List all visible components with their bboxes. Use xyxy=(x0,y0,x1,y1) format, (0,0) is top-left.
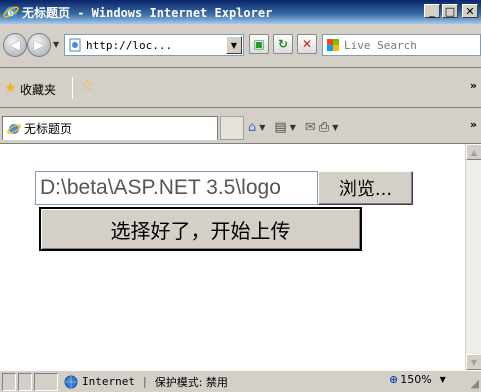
scroll-down-button[interactable]: ▼ xyxy=(466,354,481,370)
svg-text:e: e xyxy=(8,8,14,19)
tab-bar: 无标题页 ⌂ ▼ ▤ ▼ ✉ ⎙ ▼ » xyxy=(0,108,481,144)
close-button[interactable]: ✕ xyxy=(462,4,478,18)
tab-title: 无标题页 xyxy=(24,122,73,136)
feeds-dropdown-icon[interactable]: ▼ xyxy=(290,123,296,132)
add-favorites-icon[interactable]: ☆ xyxy=(81,78,94,94)
home-dropdown-icon[interactable]: ▼ xyxy=(259,123,265,132)
feeds-icon[interactable]: ▤ xyxy=(274,120,286,135)
forward-button[interactable]: ▶ xyxy=(27,33,51,57)
command-bar: ⌂ ▼ ▤ ▼ ✉ ⎙ ▼ xyxy=(248,120,344,135)
address-bar[interactable]: http://loc... ▼ xyxy=(64,34,244,56)
zoom-icon: ⊕ xyxy=(389,373,399,386)
page-icon xyxy=(7,123,21,134)
address-dropdown-button[interactable]: ▼ xyxy=(226,36,242,54)
zoom-control[interactable]: ⊕ 150% ▼ xyxy=(389,373,446,386)
page-icon xyxy=(69,38,81,52)
more-chevron-icon[interactable]: » xyxy=(470,79,477,92)
zone-separator: | xyxy=(142,375,147,388)
back-button[interactable]: ◀ xyxy=(3,33,27,57)
mail-icon[interactable]: ✉ xyxy=(305,120,316,135)
scroll-up-button[interactable]: ▲ xyxy=(466,144,481,160)
browse-button[interactable]: 浏览... xyxy=(318,171,413,205)
more-commands-chevron-icon[interactable]: » xyxy=(470,118,477,131)
tab-current[interactable]: 无标题页 xyxy=(2,116,218,140)
home-icon[interactable]: ⌂ xyxy=(248,120,256,135)
window-controls: _ □ ✕ xyxy=(424,4,478,18)
maximize-button[interactable]: □ xyxy=(442,4,458,18)
search-input[interactable]: Live Search xyxy=(322,34,481,56)
page-content: D:\beta\ASP.NET 3.5\logo 浏览... 选择好了，开始上传 xyxy=(0,144,465,370)
recent-pages-dropdown[interactable]: ▼ xyxy=(53,40,59,49)
favorites-button[interactable]: 收藏夹 xyxy=(20,81,56,98)
favorites-bar: ★ 收藏夹 ☆ » xyxy=(0,68,481,108)
status-cell xyxy=(2,372,16,391)
file-path-input[interactable]: D:\beta\ASP.NET 3.5\logo xyxy=(35,171,318,205)
navigation-toolbar: ◀ ▶ ▼ http://loc... ▼ ▣ ↻ ✕ Live Search xyxy=(0,24,481,68)
favorites-star-icon[interactable]: ★ xyxy=(4,80,17,96)
zone-name: Internet xyxy=(82,375,135,388)
address-text[interactable]: http://loc... xyxy=(86,39,172,52)
vertical-scrollbar[interactable]: ▲ ▼ xyxy=(465,144,481,370)
search-placeholder: Live Search xyxy=(344,38,417,52)
status-cell xyxy=(34,372,58,391)
zoom-dropdown-icon[interactable]: ▼ xyxy=(440,375,446,384)
print-dropdown-icon[interactable]: ▼ xyxy=(332,123,338,132)
live-search-icon xyxy=(327,39,339,51)
protected-mode-status: 保护模式: 禁用 xyxy=(154,375,228,389)
ie-logo-icon: e xyxy=(3,6,19,19)
globe-icon xyxy=(64,375,78,388)
stop-icon[interactable]: ✕ xyxy=(297,34,317,54)
title-bar: e 无标题页 - Windows Internet Explorer _ □ ✕ xyxy=(0,0,481,24)
print-icon[interactable]: ⎙ xyxy=(319,120,329,135)
zoom-level: 150% xyxy=(400,373,432,386)
resize-grip-icon[interactable]: ◢ xyxy=(471,377,479,390)
window-title: 无标题页 - Windows Internet Explorer xyxy=(22,5,273,20)
upload-button[interactable]: 选择好了，开始上传 xyxy=(39,207,362,251)
compatibility-view-icon[interactable]: ▣ xyxy=(249,34,269,54)
status-bar: Internet | 保护模式: 禁用 ⊕ 150% ▼ ◢ xyxy=(0,370,481,392)
new-tab-button[interactable] xyxy=(220,116,244,140)
toolbar-divider xyxy=(72,77,73,99)
status-cell xyxy=(18,372,32,391)
minimize-button[interactable]: _ xyxy=(424,4,440,18)
refresh-icon[interactable]: ↻ xyxy=(273,34,293,54)
security-zone[interactable]: Internet | 保护模式: 禁用 xyxy=(64,374,228,390)
